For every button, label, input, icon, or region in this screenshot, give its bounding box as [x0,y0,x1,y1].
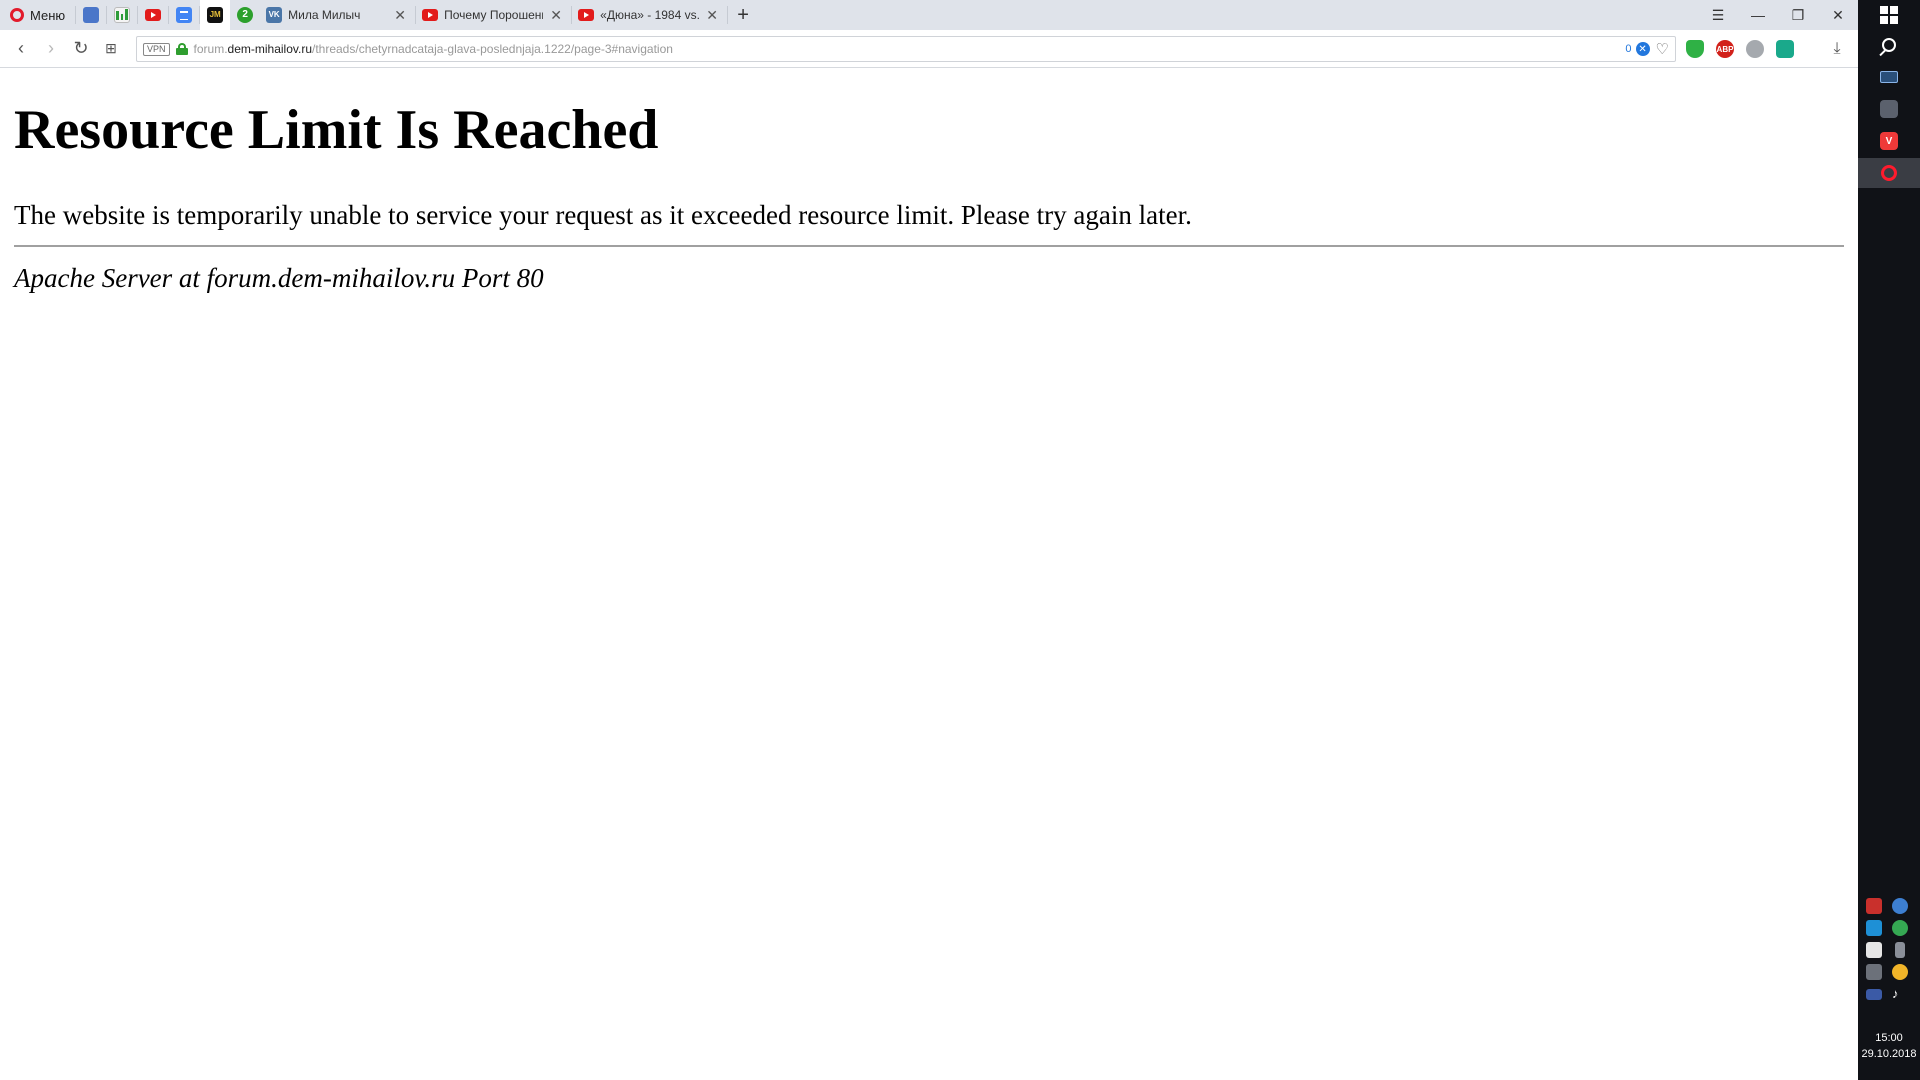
battery-icon[interactable] [1895,942,1905,958]
divider [14,245,1844,247]
system-clock[interactable]: 15:00 29.10.2018 [1858,1030,1920,1062]
restore-button[interactable]: ❐ [1778,0,1818,30]
adblock-plus-icon[interactable]: ABP [1716,40,1734,58]
url-host-prefix: forum. [193,42,228,56]
opera-icon [1881,165,1897,181]
pinned-tab-messenger[interactable] [76,0,106,30]
jm-favicon-icon: JM [207,7,224,23]
chevron-left-icon: ‹ [18,38,24,58]
tray-yellow-icon[interactable] [1892,964,1908,980]
server-signature: Apache Server at forum.dem-mihailov.ru P… [14,263,544,293]
opera-logo-icon [10,8,24,22]
url-text[interactable]: forum.dem-mihailov.ru/threads/chetyrnadc… [194,42,1620,56]
tab-title: Мила Милыч [288,8,361,22]
close-icon[interactable]: ✕ [393,7,407,23]
youtube-icon [578,9,595,21]
taskbar-keyboard[interactable] [1858,62,1920,92]
extensions-bar: ABP [1686,37,1794,61]
clock-date: 29.10.2018 [1861,1048,1917,1060]
page-title: Resource Limit Is Reached [14,99,659,161]
tray-app-icon[interactable] [1866,898,1882,914]
keyboard-icon [1880,71,1898,83]
vivaldi-icon: V [1880,132,1898,150]
browser-window: Меню JM 2 VK Мила Милыч ✕ Почему Порошен… [0,0,1858,1080]
windows-logo-icon [1880,6,1898,24]
pinned-tab-docs[interactable] [169,0,199,30]
shield-extension-icon[interactable] [1686,40,1704,58]
clock-time: 15:00 [1875,1032,1903,1044]
url-path: /threads/chetyrnadcataja-glava-poslednja… [312,42,673,56]
page-content: Resource Limit Is Reached The website is… [0,69,1858,1080]
network-icon[interactable] [1866,964,1882,980]
block-icon: ✕ [1635,42,1650,56]
chart-favicon-icon [114,7,131,23]
close-icon[interactable]: ✕ [549,7,563,23]
address-bar-row: ‹ › ↻ ⊞ VPN forum.dem-mihailov.ru/thread… [0,30,1858,68]
new-tab-button[interactable]: + [728,0,758,30]
pinned-tab-chart[interactable] [107,0,137,30]
forward-button[interactable]: › [36,34,66,64]
pinned-tab-youtube[interactable] [138,0,168,30]
tab-bar-spacer [758,0,1698,30]
tray-screen-icon[interactable] [1866,942,1882,958]
tray-sync-icon[interactable] [1892,920,1908,936]
globe-extension-icon[interactable] [1746,40,1764,58]
close-window-button[interactable]: ✕ [1818,0,1858,30]
tab-menu-button[interactable]: ☰ [1698,0,1738,30]
youtube-icon [422,9,439,21]
reload-button[interactable]: ↻ [66,34,96,64]
teal-extension-icon[interactable] [1776,40,1794,58]
volume-icon[interactable]: ♪ [1892,986,1908,1002]
taskbar-app-gray[interactable] [1858,94,1920,124]
tab-poroshenko-video[interactable]: Почему Порошенко не п ✕ [416,0,571,30]
download-icon: ⤓ [1833,40,1841,57]
minimize-button[interactable]: — [1738,0,1778,30]
blocked-count: 0 [1625,43,1632,55]
tab-title: Почему Порошенко не п [444,8,543,22]
taskbar-opera[interactable] [1858,158,1920,188]
tab-title: «Дюна» - 1984 vs. 2000. С [600,8,700,22]
tray-globe-icon[interactable] [1892,898,1908,914]
close-icon[interactable]: ✕ [705,7,719,23]
chevron-right-icon: › [48,38,54,58]
system-tray: ♪ [1866,898,1912,1002]
tracker-blocker[interactable]: 0 ✕ [1625,42,1650,56]
badge-two-icon: 2 [237,7,254,23]
error-message: The website is temporarily unable to ser… [14,200,1192,230]
grid-icon: ⊞ [105,40,117,56]
language-flag-icon[interactable] [1866,989,1882,1000]
pinned-tab-two[interactable]: 2 [230,0,260,30]
skype-icon[interactable] [1866,920,1882,936]
vpn-badge[interactable]: VPN [143,42,170,56]
windows-taskbar: V ♪ 15:00 29.10.2018 [1858,0,1920,1080]
opera-menu-button[interactable]: Меню [0,0,75,30]
vk-icon: VK [266,7,283,23]
pinned-tab-jm-active[interactable]: JM [200,0,231,30]
tab-bar: Меню JM 2 VK Мила Милыч ✕ Почему Порошен… [0,0,1858,30]
downloads-button[interactable]: ⤓ [1826,38,1848,60]
taskbar-vivaldi[interactable]: V [1858,126,1920,156]
search-icon [1882,38,1896,52]
address-field[interactable]: VPN forum.dem-mihailov.ru/threads/chetyr… [136,36,1676,62]
reload-icon: ↻ [73,38,89,58]
start-button[interactable] [1858,0,1920,30]
back-button[interactable]: ‹ [6,34,36,64]
tab-mila-milych[interactable]: VK Мила Милыч ✕ [260,0,415,30]
heart-icon[interactable]: ♡ [1656,40,1669,58]
tab-dune-video[interactable]: «Дюна» - 1984 vs. 2000. С ✕ [572,0,727,30]
youtube-icon [145,9,162,21]
url-host: dem-mihailov.ru [227,42,312,56]
messenger-icon [83,7,100,23]
menu-label: Меню [30,7,66,23]
search-button[interactable] [1858,30,1920,60]
docs-icon [176,7,193,23]
lock-icon[interactable] [175,43,188,55]
app-icon [1880,100,1898,118]
speed-dial-button[interactable]: ⊞ [96,34,126,64]
